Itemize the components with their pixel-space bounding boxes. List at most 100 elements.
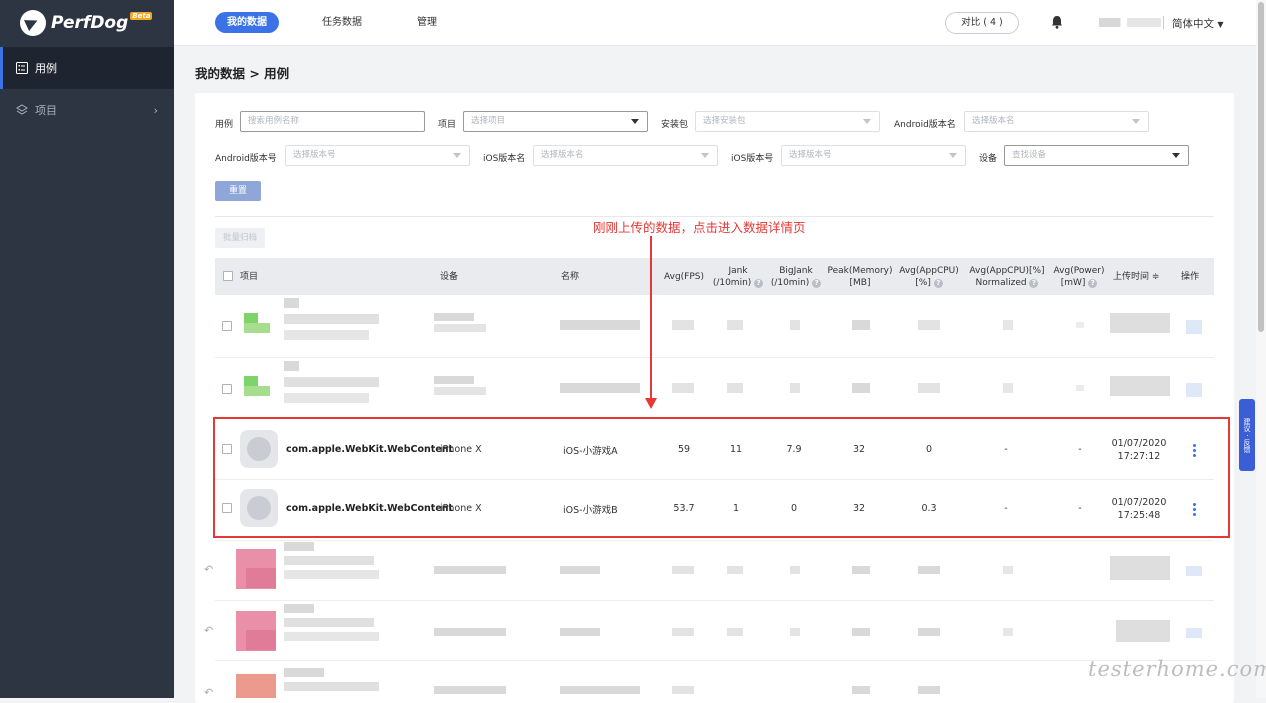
- brand-name: PerfDog: [51, 13, 129, 33]
- ios-version-code-placeholder: 选择版本号: [789, 150, 832, 160]
- caret-down-icon: [863, 119, 871, 124]
- case-search-input[interactable]: 搜索用例名称: [240, 111, 425, 132]
- ios-version-code-label: iOS版本号: [731, 154, 774, 164]
- caret-down-icon: ▼: [1217, 20, 1224, 29]
- arrow-down-icon: [645, 398, 657, 409]
- caret-down-icon: [701, 153, 709, 158]
- col-upload-time-sortable[interactable]: 上传时间 ≑: [1113, 271, 1159, 283]
- help-icon[interactable]: ?: [754, 279, 764, 288]
- tab-my-data[interactable]: 我的数据: [215, 12, 279, 33]
- col-cpu-label: Avg(AppCPU): [899, 266, 959, 276]
- select-all-checkbox[interactable]: [223, 271, 233, 281]
- scrollbar[interactable]: [1256, 0, 1266, 698]
- row-checkbox[interactable]: [222, 384, 232, 394]
- scrollbar-thumb[interactable]: [1258, 2, 1264, 332]
- batch-archive-button[interactable]: 批量归档: [215, 228, 265, 248]
- project-placeholder: 选择项目: [471, 116, 506, 126]
- col-cpu[interactable]: Avg(AppCPU) [%] ?: [895, 265, 963, 289]
- col-bigjank-sub: (/10min): [770, 278, 810, 288]
- package-label: 安装包: [661, 120, 689, 130]
- top-bar: 我的数据 任务数据 管理 对比 ( 4 ) 简体中文 ▼: [174, 0, 1256, 46]
- package-placeholder: 选择安装包: [703, 116, 746, 126]
- feedback-button[interactable]: 建议 · 反馈: [1239, 399, 1255, 471]
- package-select[interactable]: 选择安装包: [695, 111, 880, 132]
- annotation-arrow: [650, 236, 652, 402]
- caret-down-icon: [1132, 119, 1140, 124]
- col-project: 项目: [240, 272, 259, 282]
- compare-button[interactable]: 对比 ( 4 ): [945, 12, 1019, 34]
- divider: [215, 660, 1214, 661]
- col-jank-sub: (/10min): [712, 278, 752, 288]
- ios-version-name-label: iOS版本名: [483, 154, 526, 164]
- divider: [215, 540, 1214, 541]
- col-name: 名称: [561, 272, 580, 282]
- device-search-select[interactable]: 查找设备: [1004, 145, 1189, 166]
- sidebar-item-cases[interactable]: 用例: [0, 47, 174, 89]
- device-label: 设备: [979, 154, 998, 164]
- ios-version-code-select[interactable]: 选择版本号: [781, 145, 966, 166]
- help-icon[interactable]: ?: [1029, 279, 1039, 288]
- sidebar-item-label: 项目: [35, 104, 57, 117]
- col-bigjank[interactable]: BigJank (/10min) ?: [767, 265, 825, 289]
- perfdog-logo-icon: [20, 10, 46, 36]
- watermark: testerhome.com: [1088, 657, 1266, 681]
- sidebar-item-label: 用例: [35, 62, 57, 75]
- undo-icon[interactable]: ↶: [204, 624, 213, 637]
- sidebar-item-projects[interactable]: 项目 ›: [0, 89, 174, 131]
- list-icon: [16, 62, 28, 74]
- tab-manage[interactable]: 管理: [405, 12, 449, 33]
- divider: [215, 600, 1214, 601]
- device-placeholder: 查找设备: [1012, 150, 1047, 160]
- android-version-code-placeholder: 选择版本号: [293, 150, 336, 160]
- col-power[interactable]: Avg(Power) [mW] ?: [1049, 265, 1109, 289]
- case-search-placeholder: 搜索用例名称: [248, 116, 300, 126]
- case-label: 用例: [215, 120, 234, 130]
- user-name-blurred[interactable]: [1099, 18, 1161, 27]
- reset-button[interactable]: 重置: [215, 181, 261, 201]
- col-jank[interactable]: Jank (/10min) ?: [709, 265, 767, 289]
- language-select[interactable]: 简体中文 ▼: [1172, 16, 1224, 31]
- row-checkbox[interactable]: [222, 321, 232, 331]
- tab-task-data[interactable]: 任务数据: [310, 12, 374, 33]
- chevron-right-icon: ›: [153, 103, 158, 117]
- sidebar: PerfDog Beta 用例 项目 ›: [0, 0, 174, 698]
- android-version-code-label: Android版本号: [215, 154, 277, 164]
- highlight-box: [213, 417, 1230, 538]
- android-version-code-select[interactable]: 选择版本号: [285, 145, 470, 166]
- caret-down-icon: [453, 153, 461, 158]
- ios-version-name-placeholder: 选择版本名: [541, 150, 584, 160]
- undo-icon[interactable]: ↶: [204, 563, 213, 576]
- help-icon[interactable]: ?: [933, 279, 943, 288]
- col-cpu-normalized[interactable]: Avg(AppCPU)[%] Normalized ?: [967, 265, 1047, 289]
- col-bigjank-label: BigJank: [779, 266, 813, 276]
- beta-badge: Beta: [130, 12, 153, 20]
- col-memory: Peak(Memory) [MB]: [825, 265, 895, 289]
- col-memory-label: Peak(Memory): [827, 266, 893, 276]
- divider: [215, 357, 1214, 358]
- help-icon[interactable]: ?: [1088, 279, 1098, 288]
- col-device: 设备: [440, 272, 459, 282]
- col-cpu-sub: [%]: [915, 278, 931, 288]
- col-fps: Avg(FPS): [664, 272, 705, 282]
- android-version-name-select[interactable]: 选择版本名: [964, 111, 1149, 132]
- project-label: 项目: [438, 120, 457, 130]
- caret-down-icon: [949, 153, 957, 158]
- android-version-name-placeholder: 选择版本名: [972, 116, 1015, 126]
- col-cpu-normalized-label: Avg(AppCPU)[%]: [969, 266, 1045, 276]
- col-jank-label: Jank: [728, 266, 748, 276]
- help-icon[interactable]: ?: [812, 279, 822, 288]
- col-power-label: Avg(Power): [1053, 266, 1105, 276]
- project-select[interactable]: 选择项目: [463, 111, 648, 132]
- layers-icon: [16, 104, 28, 116]
- language-label: 简体中文: [1172, 18, 1214, 30]
- logo[interactable]: PerfDog Beta: [20, 8, 153, 38]
- table-header: 项目 设备 名称 Avg(FPS) Jank (/10min) ? BigJank…: [215, 258, 1214, 295]
- undo-icon[interactable]: ↶: [204, 686, 213, 699]
- bell-icon[interactable]: [1051, 15, 1063, 29]
- caret-down-icon: [1172, 153, 1180, 158]
- breadcrumb: 我的数据 > 用例: [195, 66, 290, 81]
- android-version-name-label: Android版本名: [894, 120, 956, 130]
- ios-version-name-select[interactable]: 选择版本名: [533, 145, 718, 166]
- divider: [1163, 16, 1164, 29]
- col-ops: 操作: [1181, 272, 1200, 282]
